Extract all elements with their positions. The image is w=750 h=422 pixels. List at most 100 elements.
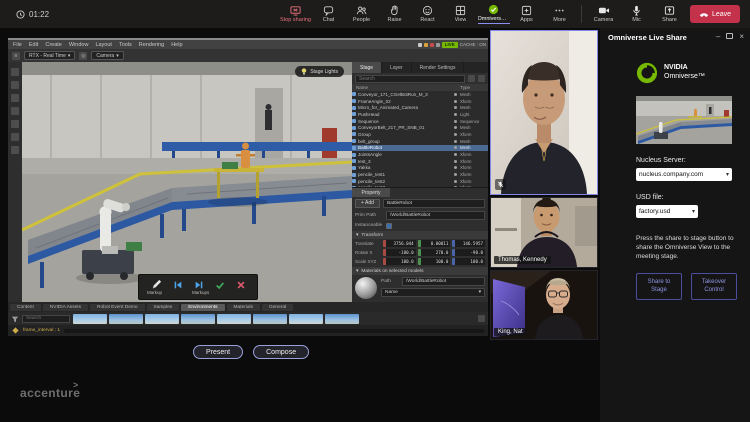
tab-layer[interactable]: Layer [382,62,412,73]
stage-tree-row[interactable]: test_3 Xform [352,158,488,165]
leave-button[interactable]: Leave [690,5,740,23]
environment-thumbnail[interactable] [181,314,215,324]
menu-item[interactable]: Edit [29,42,38,48]
materials-section-header[interactable]: ▾Materials on selected models [352,267,488,275]
stage-search-input[interactable] [355,75,465,83]
environment-thumbnail[interactable] [325,314,359,324]
apps-button[interactable]: Apps [510,1,543,27]
present-button[interactable]: Present [193,345,243,359]
viewport-3d[interactable]: Stage Lights Markup Markups [22,62,352,302]
visibility-eye-icon[interactable] [454,153,457,156]
environment-thumbnail[interactable] [145,314,179,324]
content-tab[interactable]: NVIDIA Assets [43,304,88,311]
mic-button[interactable]: Mic [620,1,653,27]
visibility-eye-icon[interactable] [454,180,457,183]
participant-video-thomas[interactable]: Thomas, Kennedy [490,197,598,268]
stage-tree-row[interactable]: FrameAngle_02 Xform [352,98,488,105]
stage-options-icon[interactable] [478,75,485,82]
z-value[interactable]: 146.5957 [455,240,485,247]
x-value[interactable]: -180.0 [386,249,416,256]
close-icon[interactable]: × [739,32,744,42]
visibility-eye-icon[interactable] [454,93,457,96]
menu-item[interactable]: Window [69,42,89,48]
raise-hand-button[interactable]: Raise [378,1,411,27]
stage-lights-button[interactable]: Stage Lights [295,66,344,77]
material-name-dropdown[interactable]: Name▾ [381,288,485,297]
snap-tool-icon[interactable] [11,120,19,128]
material-path-field[interactable]: /World/BattleRobot [402,277,485,286]
filter-icon[interactable] [11,315,19,323]
transform-section-header[interactable]: ▾Transform [352,231,488,239]
stage-tree-row[interactable]: Yakka Xform [352,165,488,172]
visibility-eye-icon[interactable] [454,113,457,116]
visibility-eye-icon[interactable] [454,173,457,176]
menu-item[interactable]: Rendering [139,42,164,48]
compose-button[interactable]: Compose [253,345,309,359]
tab-stage[interactable]: Stage [352,62,382,73]
camera-button[interactable]: Camera [587,1,620,27]
reject-icon[interactable] [236,280,246,290]
nucleus-server-dropdown[interactable]: nucleus.company.com ▾ [636,168,732,181]
participant-video-king[interactable]: King, Nat [490,270,598,340]
measure-tool-icon[interactable] [11,146,19,154]
stage-tree-row[interactable]: belt_group Mesh [352,138,488,145]
stage-tree-row[interactable]: PushHead Light [352,111,488,118]
takeover-control-button[interactable]: Takeover Control [691,273,737,300]
stage-tree-row[interactable]: pencile_test2 Xform [352,178,488,185]
timeline-track[interactable] [64,329,484,333]
x-value[interactable]: 100.0 [386,258,416,265]
content-tab[interactable]: Materials [227,304,260,311]
prim-path-field[interactable]: /World/BattleRobot [386,211,485,220]
visibility-eye-icon[interactable] [454,160,457,163]
usd-file-dropdown[interactable]: factory.usd ▾ [636,205,698,218]
stage-filter-icon[interactable] [468,75,475,82]
z-value[interactable]: -90.0 [455,249,485,256]
visibility-eye-icon[interactable] [454,166,457,169]
stage-tree-row[interactable]: Conveyor_171_CGelBotRun_M_3 Mesh [352,91,488,98]
visibility-eye-icon[interactable] [454,126,457,129]
camera-dropdown[interactable]: Camera▾ [91,51,123,60]
stop-sharing-button[interactable]: Stop sharing [279,1,312,27]
approve-icon[interactable] [215,280,225,290]
stage-tree-row[interactable]: Sequence Sequence [352,118,488,125]
instanceable-checkbox[interactable] [386,223,392,229]
tab-render-settings[interactable]: Render Settings [412,62,465,73]
environment-thumbnail[interactable] [289,314,323,324]
environment-thumbnail[interactable] [73,314,107,324]
content-tab[interactable]: Environments [181,304,224,311]
visibility-eye-icon[interactable] [454,146,457,149]
add-property-button[interactable]: + Add [355,199,380,208]
y-value[interactable]: 0.00011 [421,240,451,247]
share-button[interactable]: Share [653,1,686,27]
content-tab[interactable]: General [262,304,293,311]
content-tab[interactable]: Content [10,304,41,311]
tab-property[interactable]: Property [352,188,390,197]
share-to-stage-button[interactable]: Share to Stage [636,273,682,300]
visibility-eye-icon[interactable] [454,140,457,143]
live-badge[interactable]: LIVE [442,42,458,48]
react-button[interactable]: React [411,1,444,27]
stage-tree-row[interactable]: Micro_for_Animated_Camera Mesh [352,104,488,111]
select-tool-icon[interactable] [11,68,19,76]
renderer-dropdown[interactable]: RTX - Real Time▾ [24,51,75,60]
y-value[interactable]: 270.0 [421,249,451,256]
menu-item[interactable]: Create [45,42,62,48]
stage-tree-row[interactable]: pencile_test1 Xform [352,171,488,178]
visibility-eye-icon[interactable] [454,106,457,109]
menu-item[interactable]: Tools [119,42,132,48]
menu-item[interactable]: Layout [95,42,112,48]
content-tab[interactable]: Robot Event Demo [90,304,145,311]
camera-toolbar-icon[interactable]: ◎ [79,52,87,60]
visibility-eye-icon[interactable] [454,100,457,103]
visibility-eye-icon[interactable] [454,120,457,123]
participant-video-main[interactable] [490,30,598,195]
minimize-icon[interactable]: – [716,32,720,42]
environment-thumbnail[interactable] [253,314,287,324]
menu-item[interactable]: File [13,42,22,48]
markup-pencil-icon[interactable] [151,279,162,290]
stage-tree-row[interactable]: Group Xform [352,131,488,138]
prev-markup-icon[interactable] [173,280,183,290]
view-button[interactable]: View [444,1,477,27]
thumbnail-size-slider[interactable] [478,315,485,322]
popout-icon[interactable] [726,32,733,42]
